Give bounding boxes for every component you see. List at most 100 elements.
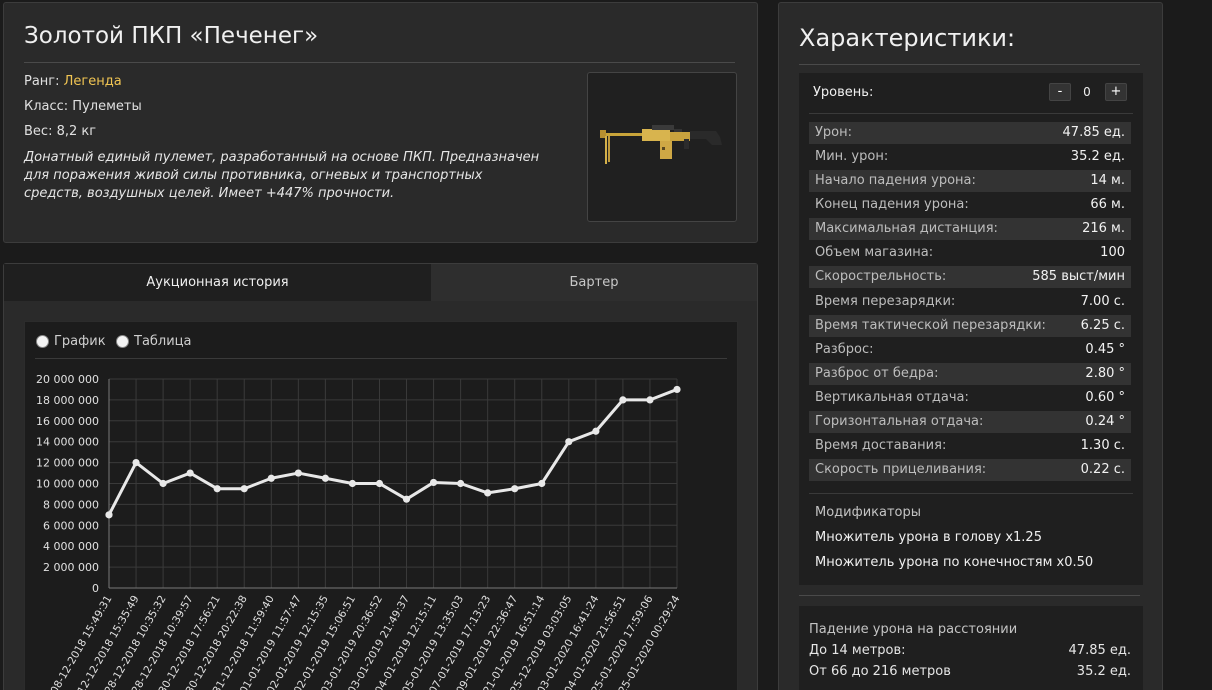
stats-title: Характеристики: [799,24,1016,52]
level-label: Уровень: [813,85,874,100]
stat-label: Время перезарядки: [815,293,956,309]
falloff-label: До 14 метров: [809,643,906,658]
data-point [321,474,329,482]
divider [809,493,1133,494]
data-point [402,495,411,503]
stat-label: Разброс от бедра: [815,365,939,381]
item-title: Золотой ПКП «Печенег» [24,23,319,49]
divider [35,358,727,359]
stat-row: Разброс: 0.45 ° [809,338,1131,361]
class-line: Класс: Пулеметы [24,99,142,114]
stat-row: Горизонтальная отдача: 0.24 ° [809,410,1131,433]
level-decrease-button[interactable]: - [1049,83,1071,101]
stat-row: Начало падения урона: 14 м. [809,170,1131,193]
data-point [186,469,194,477]
weight-line: Вес: 8,2 кг [24,124,97,139]
stat-value: 35.2 ед. [1070,149,1125,165]
falloff-title: Падение урона на расстоянии [809,622,1018,637]
stat-label: Скорость прицеливания: [815,462,987,478]
data-point [294,469,302,477]
modifiers-title: Модификаторы [815,505,922,520]
data-point [105,511,113,519]
data-point [429,478,438,487]
radio-button[interactable] [116,335,129,348]
radio-label: Таблица [134,334,192,349]
level-value: 0 [1083,85,1091,99]
data-point [646,396,654,404]
data-point [240,485,248,493]
stat-value: 6.25 с. [1080,317,1125,333]
stat-label: Максимальная дистанция: [815,221,998,237]
y-tick-label: 4 000 000 [43,540,99,553]
stat-label: Горизонтальная отдача: [815,413,984,429]
y-tick-label: 2 000 000 [43,561,99,574]
tab-barter[interactable]: Бартер [431,264,757,301]
item-image-frame [587,72,737,222]
data-point [673,385,681,394]
damage-falloff-box: Падение урона на расстоянии До 14 метров… [799,606,1143,690]
divider [24,62,735,63]
data-point [592,427,600,435]
stat-value: 0.60 ° [1085,389,1125,405]
radio-button[interactable] [36,335,49,348]
stat-row: Мин. урон: 35.2 ед. [809,146,1131,169]
stat-row: Разброс от бедра: 2.80 ° [809,362,1131,385]
data-point [619,396,627,404]
data-point [484,489,492,497]
stat-value: 0.45 ° [1085,341,1125,357]
stat-label: Время доставания: [815,438,947,454]
falloff-row: До 14 метров: 47.85 ед. [809,643,1131,658]
stat-label: Вертикальная отдача: [815,389,969,405]
stat-label: Объем магазина: [815,245,934,261]
divider [799,595,1140,596]
stat-label: Скорострельность: [815,269,947,285]
data-point [348,479,357,488]
falloff-value: 47.85 ед. [1068,643,1131,658]
y-tick-label: 10 000 000 [36,478,99,491]
y-tick-label: 18 000 000 [36,394,99,407]
stat-row: Урон: 47.85 ед. [809,122,1131,144]
stat-value: 47.85 ед. [1062,125,1125,140]
level-increase-button[interactable]: + [1105,83,1127,101]
divider [809,113,1133,114]
radio-table[interactable]: Таблица [116,334,192,349]
rank-value: Легенда [63,74,122,89]
data-point [132,459,140,467]
rank-label: Ранг: [24,74,64,89]
y-tick-label: 12 000 000 [36,457,99,470]
stat-row: Время доставания: 1.30 с. [809,435,1131,458]
data-point [538,479,546,488]
stat-value: 0.22 с. [1080,462,1125,478]
radio-graph[interactable]: График [36,334,106,349]
stats-panel: Характеристики: Уровень: - 0 + Урон: 47.8… [778,2,1163,690]
data-point [565,438,573,446]
stat-row: Скорострельность: 585 выст/мин [809,266,1131,289]
stat-row: Время перезарядки: 7.00 с. [809,290,1131,313]
tab-auction-history[interactable]: Аукционная история [4,264,431,301]
stat-row: Объем магазина: 100 [809,242,1131,265]
price-series-line [107,388,678,516]
stat-value: 585 выст/мин [1032,269,1125,285]
stat-row: Максимальная дистанция: 216 м. [809,218,1131,241]
y-tick-label: 16 000 000 [36,415,99,428]
rank-line: Ранг: Легенда [24,74,122,89]
history-panel: Аукционная история Бартер График Таблица… [3,263,758,690]
golden-machine-gun-icon [600,125,722,164]
modifier-item: Множитель урона в голову x1.25 [815,530,1042,545]
falloff-value: 35.2 ед. [1076,664,1131,679]
stat-label: Урон: [815,125,853,140]
y-tick-label: 8 000 000 [43,498,99,511]
item-description: Донатный единый пулемет, разработанный н… [24,150,540,201]
falloff-label: От 66 до 216 метров [809,664,951,679]
stat-value: 7.00 с. [1080,293,1125,309]
chart-container: График Таблица 0 2 000 000 4 000 000 6 000 … [24,321,738,690]
y-tick-label: 0 [92,582,99,595]
data-point [267,474,275,482]
stat-value: 1.30 с. [1080,438,1125,454]
stat-row: Вертикальная отдача: 0.60 ° [809,386,1131,409]
stat-label: Мин. урон: [815,149,889,165]
price-history-chart: 0 2 000 000 4 000 000 6 000 000 8 000 000 10 … [36,373,683,690]
stat-value: 14 м. [1090,173,1125,189]
data-point [375,479,384,488]
falloff-row: От 66 до 216 метров 35.2 ед. [809,664,1131,679]
